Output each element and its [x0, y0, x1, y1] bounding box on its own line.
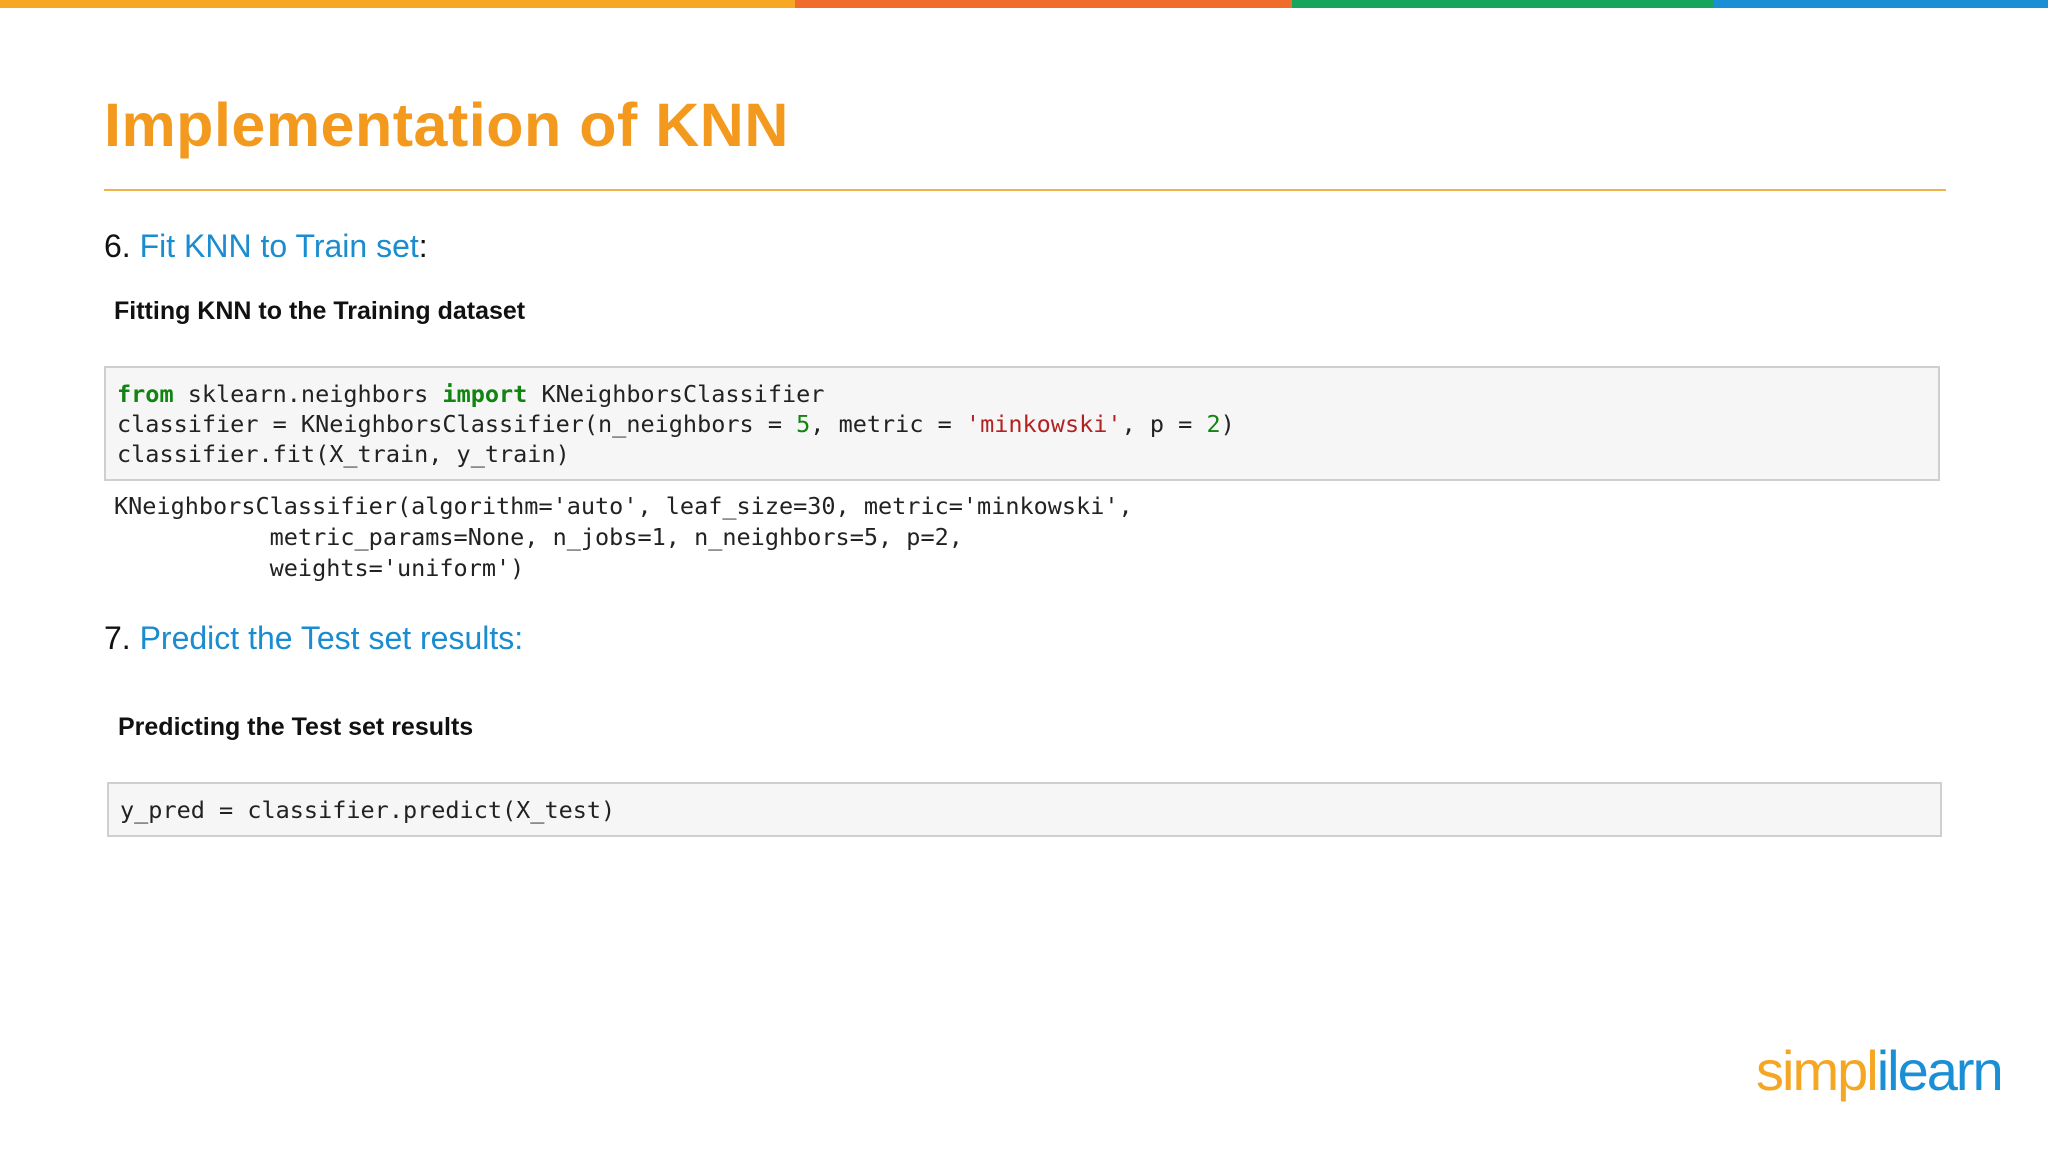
- color-bar-blue: [1713, 0, 2048, 8]
- color-bar-orange: [0, 0, 795, 8]
- title-divider: [104, 189, 1946, 191]
- step-6-number: 6.: [104, 228, 140, 264]
- logo-part-simpl: simpl: [1756, 1039, 1879, 1102]
- code-line: y_pred = classifier.predict(X_test): [120, 796, 616, 824]
- output-line: KNeighborsClassifier(algorithm='auto', l…: [114, 492, 1133, 520]
- color-bar-red-orange: [795, 0, 1292, 8]
- code-line: classifier = KNeighborsClassifier(n_neig…: [117, 409, 1938, 439]
- code-text: sklearn.neighbors: [173, 380, 443, 408]
- logo-part-learn: ilearn: [1876, 1039, 2004, 1102]
- code-string: 'minkowski': [965, 410, 1122, 438]
- step-6-heading: 6. Fit KNN to Train set:: [104, 228, 428, 265]
- output-line: weights='uniform'): [114, 554, 525, 582]
- output-line: metric_params=None, n_jobs=1, n_neighbor…: [114, 523, 963, 551]
- step-6-label: Fit KNN to Train set: [139, 228, 419, 264]
- code-text: ): [1220, 410, 1235, 438]
- code-text: , p =: [1121, 410, 1207, 438]
- step-7-number: 7.: [104, 620, 140, 656]
- top-color-bar: [0, 0, 2048, 8]
- code-output: KNeighborsClassifier(algorithm='auto', l…: [114, 491, 1133, 584]
- code-cell-predict[interactable]: y_pred = classifier.predict(X_test): [107, 782, 1942, 837]
- slide-title: Implementation of KNN: [104, 91, 789, 159]
- code-text: KNeighborsClassifier: [527, 380, 825, 408]
- color-bar-green: [1292, 0, 1713, 8]
- step-7-label: Predict the Test set results:: [139, 620, 524, 656]
- step-7-subheading: Predicting the Test set results: [118, 713, 474, 741]
- step-6-subheading: Fitting KNN to the Training dataset: [114, 297, 526, 325]
- step-7-heading: 7. Predict the Test set results:: [104, 620, 523, 657]
- code-keyword: from: [117, 380, 174, 408]
- code-number: 2: [1206, 410, 1221, 438]
- code-number: 5: [796, 410, 811, 438]
- step-6-suffix: :: [418, 228, 428, 264]
- code-text: classifier = KNeighborsClassifier(n_neig…: [117, 410, 797, 438]
- code-keyword: import: [442, 380, 528, 408]
- code-line: classifier.fit(X_train, y_train): [117, 440, 570, 468]
- code-cell-fit[interactable]: from sklearn.neighbors import KNeighbors…: [104, 366, 1940, 481]
- code-line: from sklearn.neighbors import KNeighbors…: [117, 379, 1938, 409]
- simplilearn-logo: simplilearn: [1756, 1038, 2004, 1103]
- code-text: , metric =: [810, 410, 966, 438]
